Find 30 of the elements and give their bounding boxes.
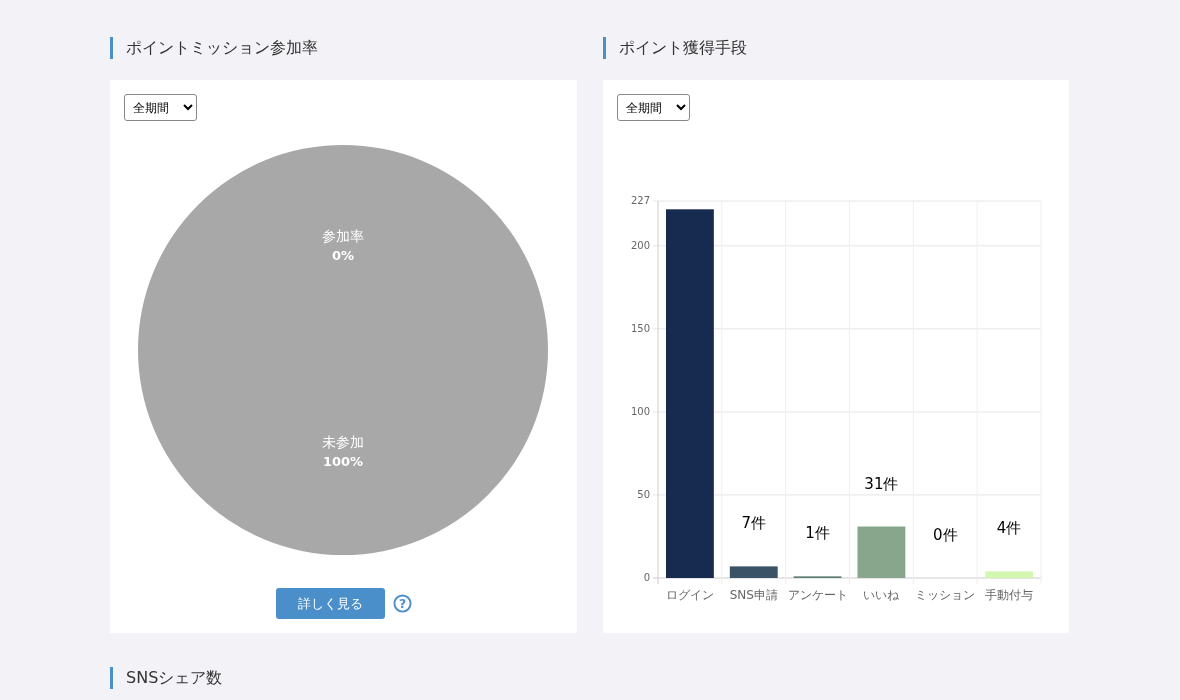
- bar: [985, 571, 1033, 578]
- bar-value-label: 4件: [996, 519, 1022, 538]
- period-select[interactable]: 全期間: [124, 94, 197, 121]
- category-label: SNS申請: [729, 588, 778, 602]
- axis-tick-label: 200: [630, 239, 650, 251]
- slice-value: 0%: [331, 248, 355, 263]
- help-icon[interactable]: ?: [392, 593, 412, 613]
- bar-value-label: 7件: [741, 514, 766, 533]
- slice-label: 未参加: [322, 434, 364, 450]
- bar-value-label: 0件: [933, 526, 958, 544]
- section-heading: ポイント獲得手段: [603, 37, 1069, 59]
- category-label: ミッション: [915, 588, 976, 602]
- slice-value: 100%: [322, 454, 364, 469]
- category-label: 手動付与: [985, 588, 1034, 602]
- section-heading: SNSシェア数: [110, 667, 577, 689]
- axis-tick-label: 50: [637, 488, 650, 500]
- axis-tick-label: 0: [643, 572, 650, 583]
- category-label: いいね: [863, 588, 900, 602]
- category-label: アンケート: [787, 588, 848, 602]
- period-select[interactable]: 全期間: [617, 94, 690, 121]
- slice-label: 参加率: [322, 228, 364, 244]
- axis-tick-label: 227: [630, 195, 650, 206]
- section-heading: ポイントミッション参加率: [110, 37, 577, 59]
- category-label: ログイン: [665, 588, 714, 602]
- bar-value-label: 1件: [805, 524, 830, 543]
- bar: [857, 526, 906, 578]
- bar-value-label: 31件: [864, 474, 899, 493]
- axis-tick-label: 100: [630, 405, 650, 417]
- axis-tick-label: 150: [630, 322, 650, 334]
- bar: [729, 566, 778, 578]
